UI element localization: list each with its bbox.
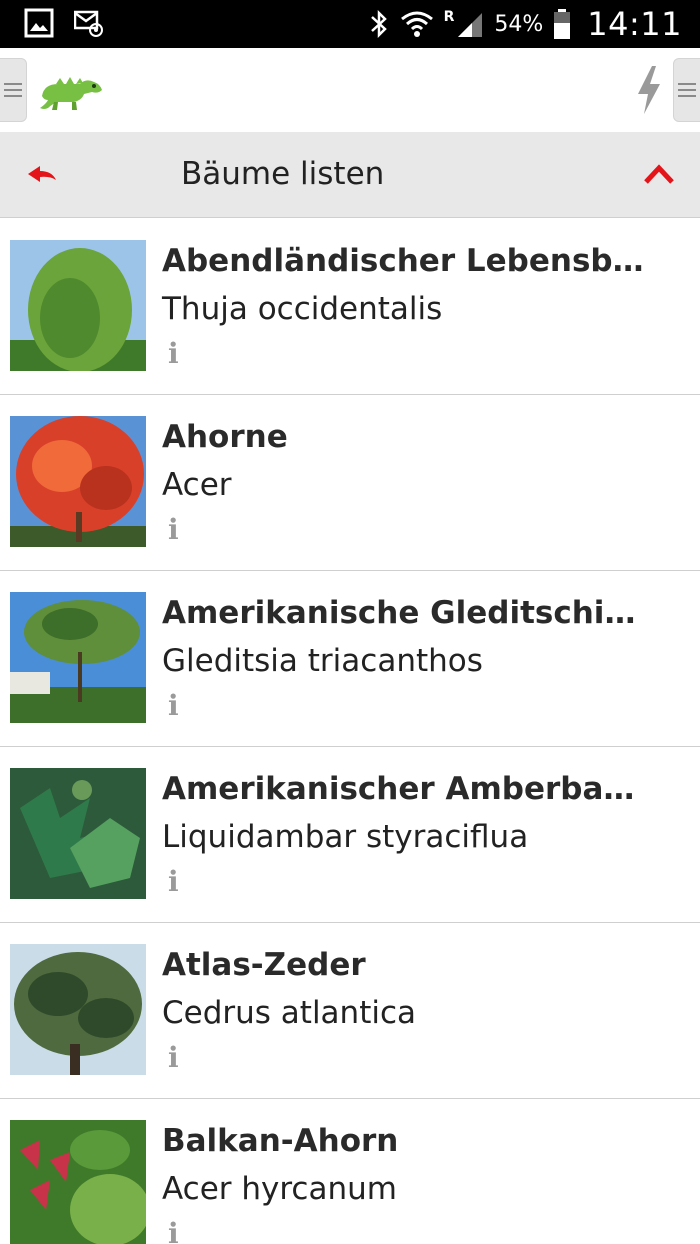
- tree-thumbnail: [10, 592, 146, 723]
- page-title: Bäume listen: [181, 156, 385, 192]
- tree-latin-name: Gleditsia triacanthos: [162, 643, 483, 679]
- info-icon[interactable]: i: [168, 1041, 179, 1074]
- iguana-logo-icon: [40, 77, 102, 110]
- tree-thumbnail: [10, 944, 146, 1075]
- battery-percent: 54%: [494, 11, 544, 37]
- menu-icon: [4, 83, 22, 97]
- info-icon[interactable]: i: [168, 689, 179, 722]
- app-header: [0, 48, 700, 132]
- signal-icon: [458, 13, 483, 37]
- list-item[interactable]: Amerikanische Gleditschie, L... Gleditsi…: [0, 571, 700, 747]
- tree-name: Amerikanischer Amberbaum: [162, 771, 652, 807]
- info-icon[interactable]: i: [168, 1217, 179, 1244]
- tree-thumbnail: [10, 240, 146, 371]
- tree-latin-name: Acer: [162, 467, 232, 503]
- left-menu-button[interactable]: [0, 58, 27, 122]
- info-icon[interactable]: i: [168, 337, 179, 370]
- info-icon[interactable]: i: [168, 513, 179, 546]
- list-item[interactable]: Atlas-Zeder Cedrus atlantica i: [0, 923, 700, 1099]
- list-item[interactable]: Amerikanischer Amberbaum Liquidambar sty…: [0, 747, 700, 923]
- right-menu-button[interactable]: [673, 58, 700, 122]
- lightning-icon[interactable]: [634, 64, 664, 116]
- tree-latin-name: Liquidambar styraciflua: [162, 819, 529, 855]
- tree-latin-name: Cedrus atlantica: [162, 995, 417, 1031]
- menu-icon: [678, 83, 696, 97]
- title-bar: Bäume listen: [0, 132, 700, 218]
- tree-thumbnail: [10, 768, 146, 899]
- battery-icon: [554, 9, 571, 39]
- tree-name: Ahorne: [162, 419, 288, 455]
- list-item[interactable]: Abendländischer Lebensbaum Thuja occiden…: [0, 219, 700, 395]
- tree-latin-name: Acer hyrcanum: [162, 1171, 397, 1207]
- email-notification-icon: [74, 10, 103, 37]
- wifi-icon: [400, 11, 433, 37]
- tree-name: Balkan-Ahorn: [162, 1123, 399, 1159]
- clock: 14:11: [587, 5, 682, 43]
- tree-name: Atlas-Zeder: [162, 947, 366, 983]
- info-icon[interactable]: i: [168, 865, 179, 898]
- tree-latin-name: Thuja occidentalis: [162, 291, 443, 327]
- tree-thumbnail: [10, 416, 146, 547]
- status-bar: R 54% 14:11: [0, 0, 700, 48]
- bluetooth-icon: [370, 9, 387, 39]
- tree-name: Amerikanische Gleditschie, L...: [162, 595, 652, 631]
- tree-thumbnail: [10, 1120, 146, 1244]
- gallery-icon: [24, 8, 54, 38]
- list-item[interactable]: Ahorne Acer i: [0, 395, 700, 571]
- tree-list: Abendländischer Lebensbaum Thuja occiden…: [0, 219, 700, 1244]
- tree-name: Abendländischer Lebensbaum: [162, 243, 652, 279]
- list-item[interactable]: Balkan-Ahorn Acer hyrcanum i: [0, 1099, 700, 1244]
- chevron-up-icon[interactable]: [644, 162, 674, 188]
- back-arrow-icon[interactable]: [24, 160, 60, 192]
- network-label: R: [443, 9, 455, 25]
